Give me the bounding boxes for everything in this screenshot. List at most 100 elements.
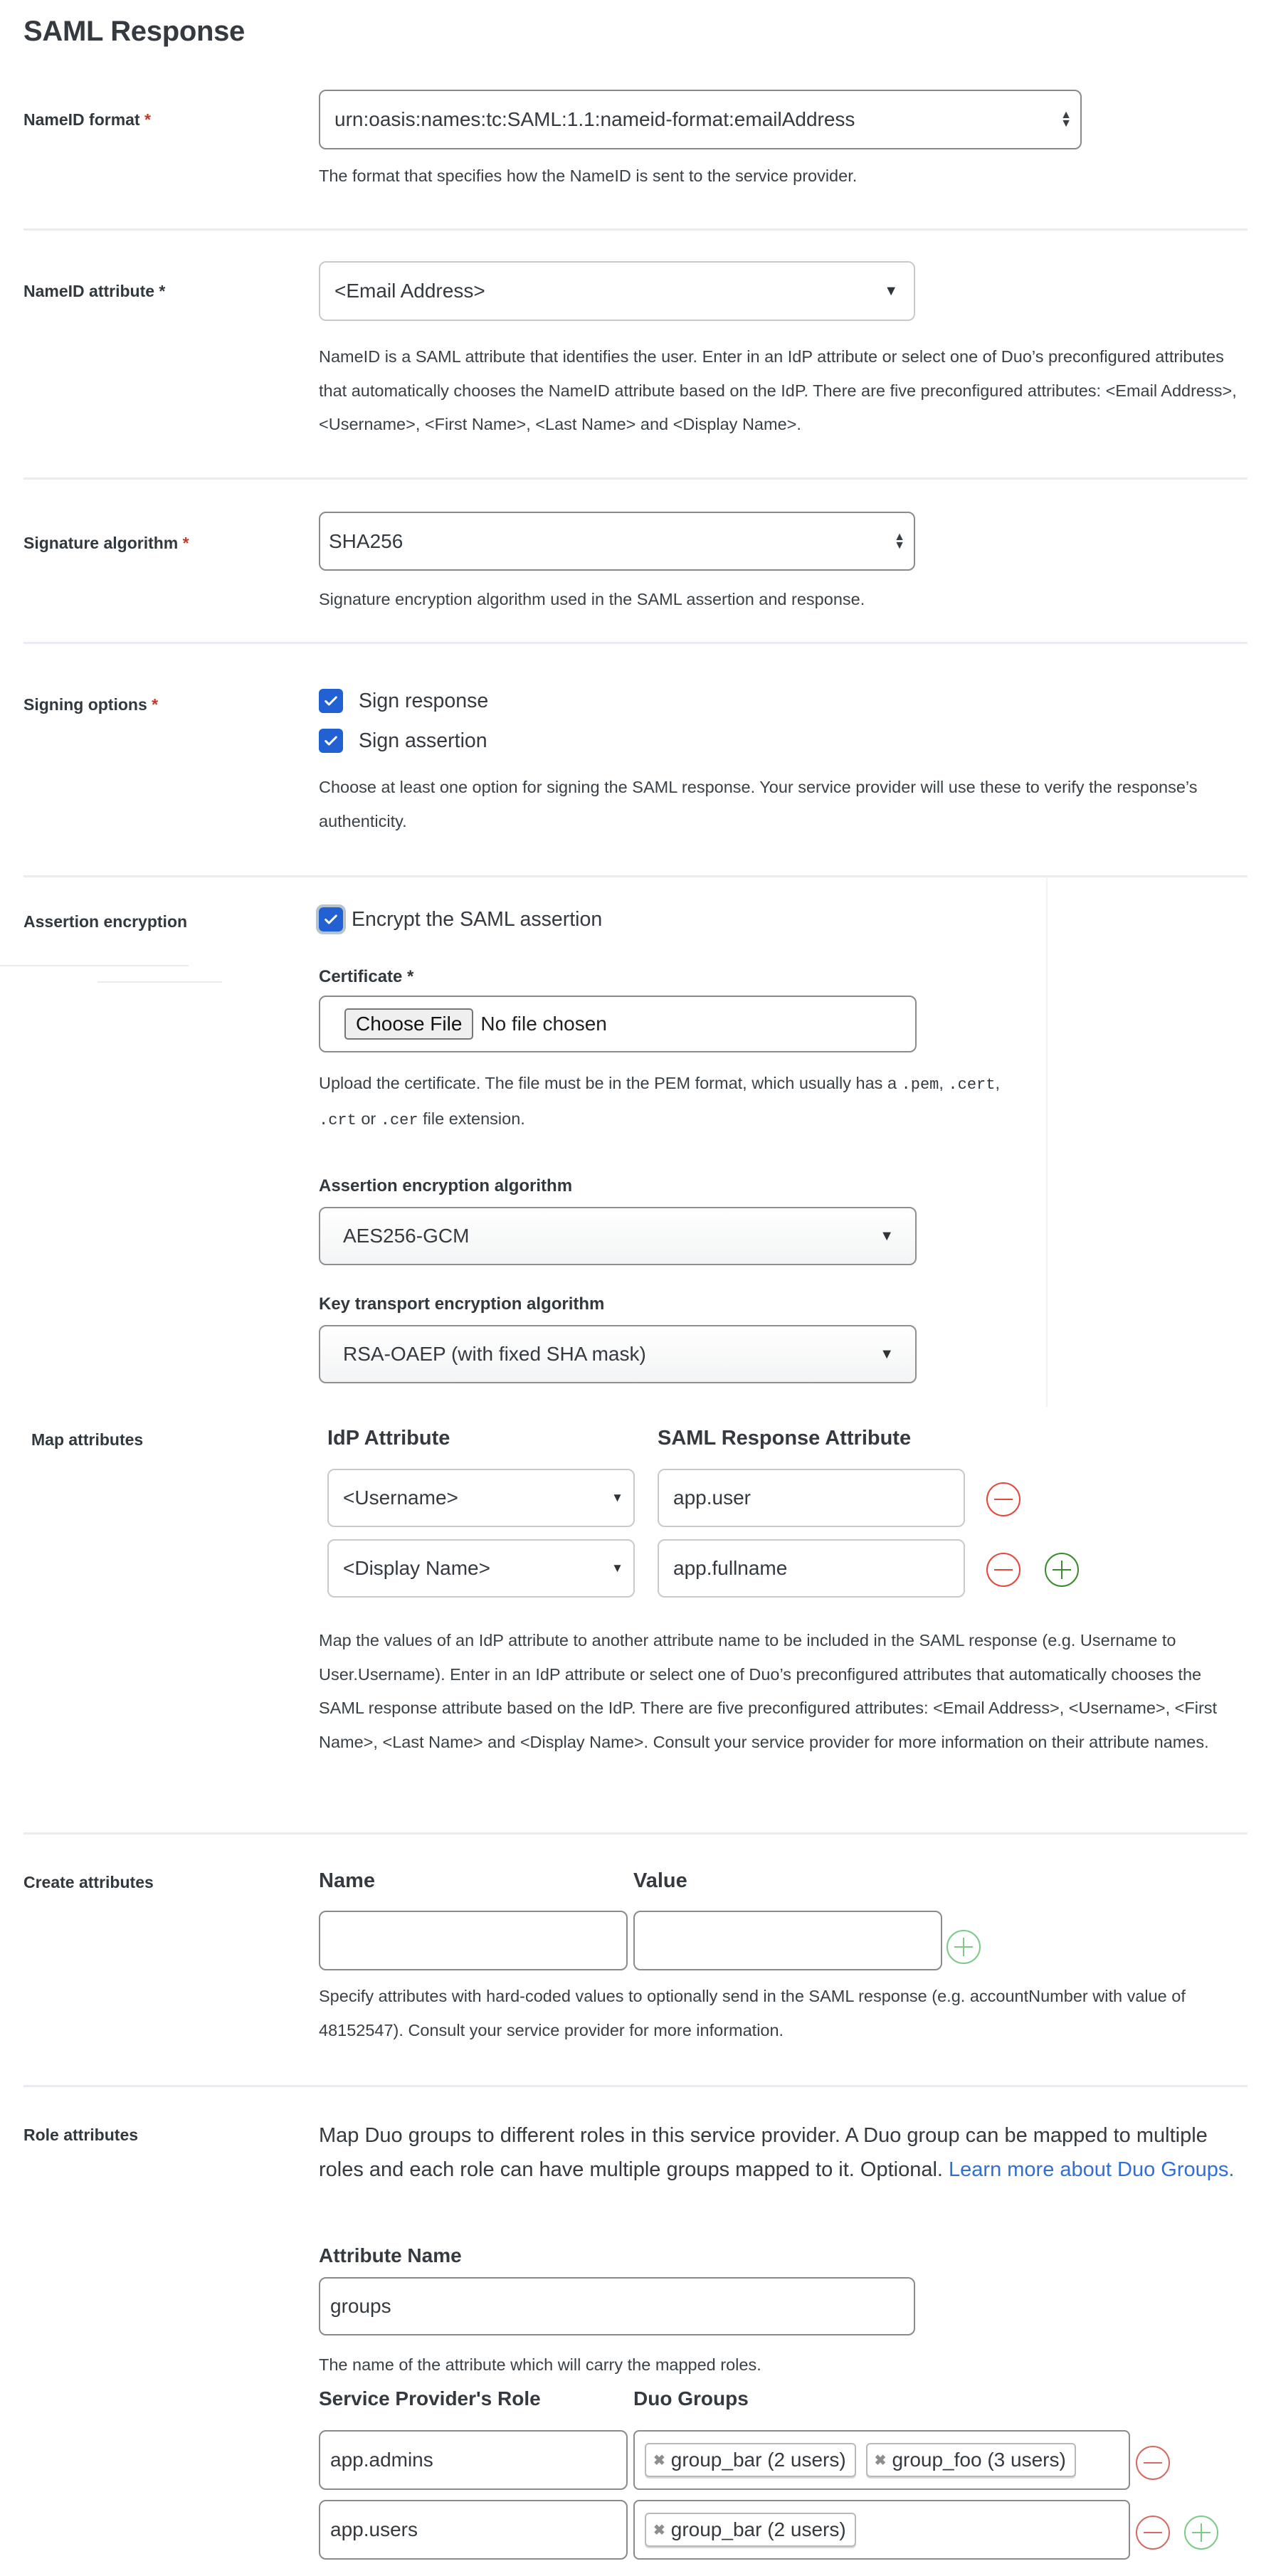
remove-tag-icon[interactable]: ✖: [875, 2451, 887, 2469]
or-text: or: [356, 1109, 381, 1128]
nameid-format-value: urn:oasis:names:tc:SAML:1.1:nameid-forma…: [334, 108, 855, 130]
add-row-button[interactable]: [1045, 1553, 1079, 1587]
sign-response-checkbox[interactable]: [319, 689, 343, 713]
divider: [23, 875, 1248, 877]
sign-assertion-option[interactable]: Sign assertion: [319, 729, 487, 753]
choose-file-button[interactable]: Choose File: [344, 1008, 474, 1040]
signature-algorithm-select[interactable]: SHA256 ▲ ▼: [319, 512, 915, 571]
required-mark: *: [182, 534, 189, 552]
divider: [23, 228, 1248, 231]
attribute-name-input[interactable]: [319, 1911, 628, 1970]
attribute-value-input[interactable]: [633, 1911, 942, 1970]
sign-assertion-checkbox[interactable]: [319, 729, 343, 753]
role-attributes-label: Role attributes: [23, 2126, 139, 2144]
group-tag-label: group_bar (2 users): [670, 2518, 846, 2540]
role-input[interactable]: app.users: [319, 2500, 628, 2560]
remove-tag-icon[interactable]: ✖: [653, 2521, 665, 2539]
key-transport-value: RSA-OAEP (with fixed SHA mask): [343, 1343, 646, 1365]
separator: ,: [995, 1074, 1000, 1092]
add-role-button[interactable]: [1184, 2516, 1218, 2550]
role-attribute-name-value: groups: [330, 2295, 391, 2317]
saml-attribute-input[interactable]: app.user: [658, 1469, 965, 1527]
group-tag[interactable]: ✖ group_foo (3 users): [865, 2443, 1076, 2477]
certificate-label: Certificate *: [319, 967, 414, 986]
updown-arrows-icon: ▲ ▼: [1060, 109, 1072, 130]
service-provider-role-header: Service Provider's Role: [319, 2387, 541, 2409]
saml-attribute-input[interactable]: app.fullname: [658, 1539, 965, 1598]
caret-down-icon: ▼: [611, 1491, 623, 1504]
nameid-format-select[interactable]: urn:oasis:names:tc:SAML:1.1:nameid-forma…: [319, 90, 1082, 149]
separator: ,: [939, 1074, 949, 1092]
nameid-attribute-value: <Email Address>: [334, 280, 485, 302]
remove-row-button[interactable]: [986, 1553, 1021, 1587]
updown-arrows-icon: ▲ ▼: [894, 530, 905, 551]
add-attribute-button[interactable]: [946, 1930, 981, 1964]
signing-options-label-text: Signing options: [23, 695, 147, 714]
nameid-format-label-text: NameID format: [23, 110, 140, 129]
certificate-help-suffix: file extension.: [418, 1109, 525, 1128]
file-status: No file chosen: [480, 1013, 607, 1035]
required-mark: *: [152, 695, 159, 714]
plus-icon-bar: [962, 1938, 965, 1956]
role-attribute-name-help: The name of the attribute which will car…: [319, 2355, 761, 2374]
ext-cer: .cer: [380, 1111, 418, 1129]
caret-down-icon: ▼: [880, 1346, 894, 1362]
map-attributes-help: Map the values of an IdP attribute to an…: [319, 1631, 1218, 1751]
plus-icon-bar: [1200, 2523, 1203, 2542]
group-tag-label: group_bar (2 users): [670, 2449, 846, 2471]
nameid-attribute-help: NameID is a SAML attribute that identifi…: [319, 347, 1237, 433]
nameid-attribute-select[interactable]: <Email Address> ▼: [319, 261, 915, 321]
ext-crt: .crt: [319, 1111, 357, 1129]
ext-pem: .pem: [901, 1076, 939, 1094]
remove-role-button[interactable]: [1136, 2516, 1170, 2550]
idp-attribute-select[interactable]: <Username> ▼: [327, 1469, 635, 1527]
checkmark-icon: [325, 696, 337, 706]
learn-more-link[interactable]: Learn more about Duo Groups.: [949, 2158, 1234, 2181]
signing-options-label: Signing options *: [23, 695, 158, 714]
remove-role-button[interactable]: [1136, 2446, 1170, 2480]
create-attributes-label: Create attributes: [23, 1873, 154, 1891]
encrypt-assertion-checkbox[interactable]: [316, 904, 346, 934]
checkmark-icon: [325, 914, 337, 924]
role-attribute-name-input[interactable]: groups: [319, 2277, 915, 2335]
create-attributes-help: Specify attributes with hard-coded value…: [319, 1987, 1186, 2039]
role-value: app.admins: [330, 2449, 433, 2471]
group-tag[interactable]: ✖ group_bar (2 users): [645, 2443, 856, 2477]
divider: [23, 1832, 1248, 1835]
page-title: SAML Response: [23, 16, 245, 47]
sign-response-option[interactable]: Sign response: [319, 689, 488, 713]
assertion-encryption-label: Assertion encryption: [23, 912, 188, 931]
plus-icon-bar: [1060, 1561, 1063, 1579]
required-mark: *: [144, 110, 151, 129]
caret-down-icon: ▼: [611, 1561, 623, 1575]
assertion-algorithm-select[interactable]: AES256-GCM ▼: [319, 1207, 917, 1265]
divider: [0, 965, 189, 966]
role-attributes-intro: Map Duo groups to different roles in thi…: [319, 2118, 1244, 2187]
remove-tag-icon[interactable]: ✖: [653, 2451, 665, 2469]
saml-attribute-value: app.user: [673, 1487, 751, 1509]
role-value: app.users: [330, 2518, 418, 2540]
certificate-file-input[interactable]: Choose File No file chosen: [319, 996, 917, 1052]
role-input[interactable]: app.admins: [319, 2430, 628, 2490]
group-tag[interactable]: ✖ group_bar (2 users): [645, 2513, 856, 2547]
nameid-attribute-label: NameID attribute *: [23, 282, 166, 300]
caret-down-icon: ▼: [884, 283, 898, 299]
duo-groups-input[interactable]: ✖ group_bar (2 users) ✖ group_foo (3 users…: [633, 2430, 1130, 2490]
duo-groups-input[interactable]: ✖ group_bar (2 users): [633, 2500, 1130, 2560]
divider: [23, 477, 1248, 480]
assertion-algorithm-label: Assertion encryption algorithm: [319, 1176, 573, 1195]
map-attributes-label: Map attributes: [31, 1430, 144, 1449]
idp-attribute-select[interactable]: <Display Name> ▼: [327, 1539, 635, 1598]
signature-algorithm-label: Signature algorithm *: [23, 534, 189, 553]
certificate-help: Upload the certificate. The file must be…: [319, 1067, 1251, 1137]
remove-row-button[interactable]: [986, 1482, 1021, 1516]
idp-attribute-value: <Display Name>: [343, 1557, 490, 1579]
key-transport-select[interactable]: RSA-OAEP (with fixed SHA mask) ▼: [319, 1325, 917, 1383]
group-tag-label: group_foo (3 users): [892, 2449, 1066, 2471]
sign-response-label: Sign response: [359, 689, 489, 712]
name-header: Name: [319, 1869, 375, 1892]
key-transport-label: Key transport encryption algorithm: [319, 1294, 605, 1314]
encrypt-assertion-option[interactable]: Encrypt the SAML assertion: [316, 904, 602, 934]
saml-attribute-value: app.fullname: [673, 1557, 788, 1579]
checkmark-icon: [325, 736, 337, 746]
